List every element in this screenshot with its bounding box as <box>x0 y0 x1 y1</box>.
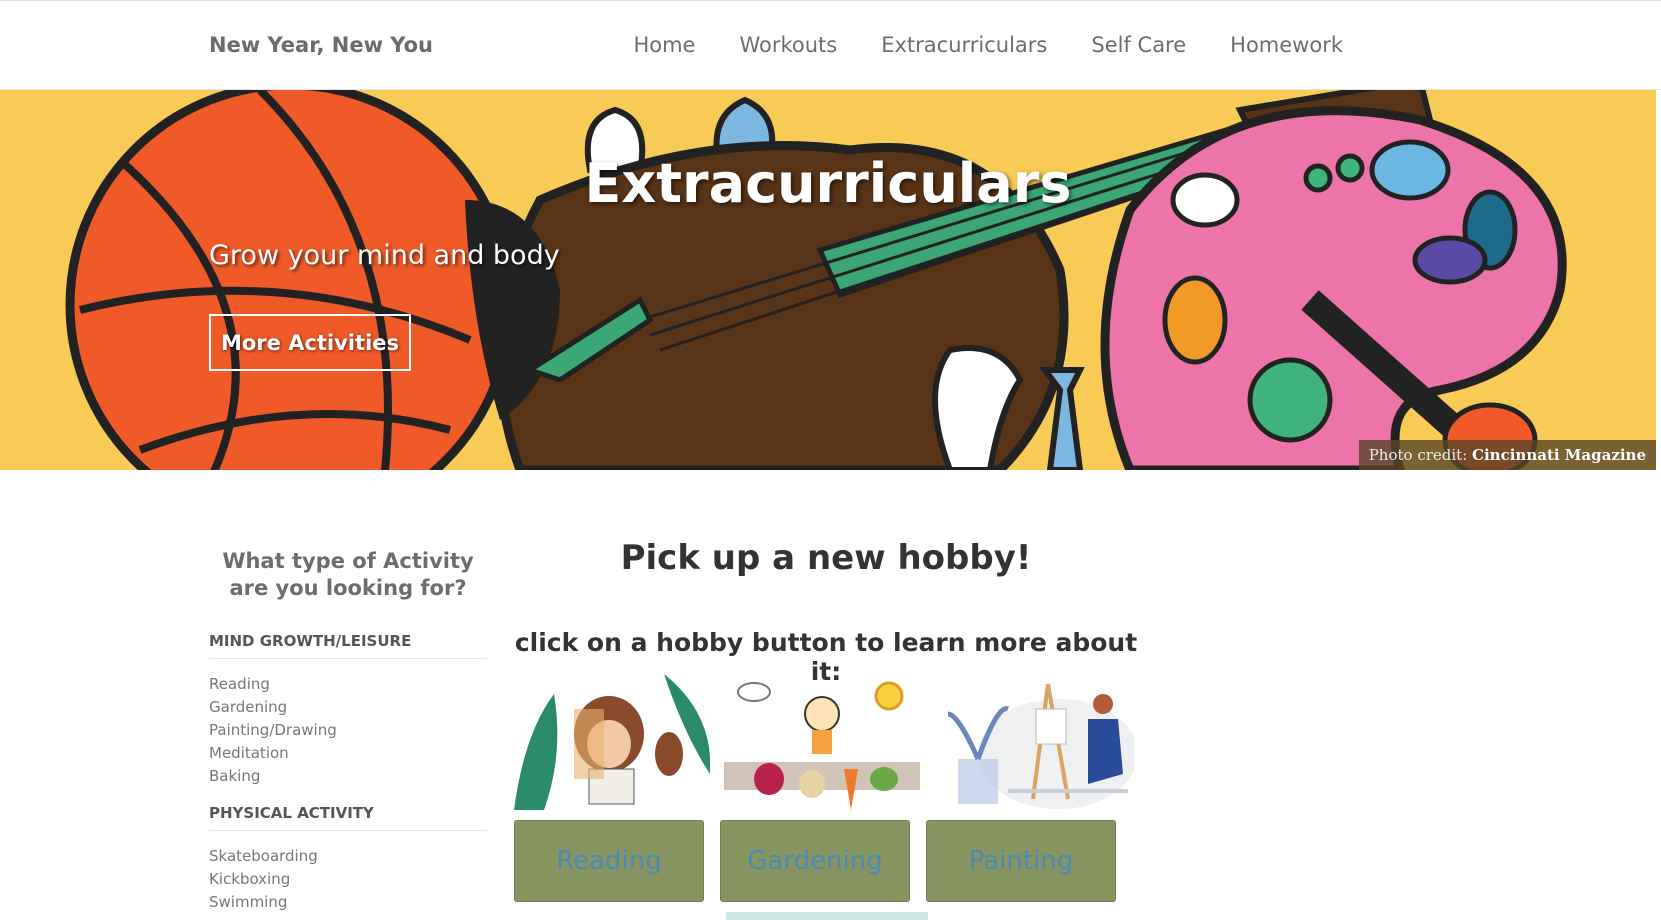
sidebar-item-gardening[interactable]: Gardening <box>209 696 487 719</box>
sidebar-item-baking[interactable]: Baking <box>209 765 487 788</box>
photo-credit-label: Photo credit: <box>1368 446 1468 464</box>
hero-illustration <box>65 90 1567 470</box>
nav-extracurriculars-link[interactable]: Extracurriculars <box>881 33 1047 57</box>
page-title: Pick up a new hobby! <box>620 538 1032 578</box>
more-activities-button[interactable]: More Activities <box>209 314 411 371</box>
reading-illustration <box>514 674 710 810</box>
sidebar-item-kickboxing[interactable]: Kickboxing <box>209 868 487 891</box>
next-hobby-image-partial <box>726 912 928 920</box>
nav-home-link[interactable]: Home <box>633 33 695 57</box>
sidebar-item-meditation[interactable]: Meditation <box>209 742 487 765</box>
sidebar-item-skateboarding[interactable]: Skateboarding <box>209 845 487 868</box>
photo-credit-source[interactable]: Cincinnati Magazine <box>1472 446 1646 464</box>
reading-hobby-button[interactable]: Reading <box>514 820 704 902</box>
photo-credit: Photo credit: Cincinnati Magazine <box>1358 440 1656 470</box>
category-heading-physical: PHYSICAL ACTIVITY <box>209 804 487 831</box>
sidebar-item-painting[interactable]: Painting/Drawing <box>209 719 487 742</box>
painting-illustration <box>947 683 1134 809</box>
nav-workouts-link[interactable]: Workouts <box>739 33 837 57</box>
nav-homework-link[interactable]: Homework <box>1230 33 1343 57</box>
hero-banner: Extracurriculars Grow your mind and body… <box>0 90 1656 470</box>
hero-subtitle: Grow your mind and body <box>209 240 560 271</box>
nav-self-care-link[interactable]: Self Care <box>1091 33 1186 57</box>
category-list-mind: Reading Gardening Painting/Drawing Medit… <box>209 673 487 788</box>
category-heading-mind: MIND GROWTH/LEISURE <box>209 632 487 659</box>
brand-logo[interactable]: New Year, New You <box>209 33 433 57</box>
sidebar-question: What type of Activity are you looking fo… <box>222 549 474 600</box>
activity-sidebar: What type of Activity are you looking fo… <box>209 548 487 914</box>
hero-title: Extracurriculars <box>584 152 1072 215</box>
gardening-illustration <box>724 681 920 810</box>
gardening-hobby-button[interactable]: Gardening <box>720 820 910 902</box>
category-list-physical: Skateboarding Kickboxing Swimming <box>209 845 487 914</box>
navbar: New Year, New You Home Workouts Extracur… <box>0 0 1661 90</box>
nav-links: Home Workouts Extracurriculars Self Care… <box>633 33 1343 57</box>
sidebar-item-reading[interactable]: Reading <box>209 673 487 696</box>
sidebar-item-swimming[interactable]: Swimming <box>209 891 487 914</box>
painting-hobby-button[interactable]: Painting <box>926 820 1116 902</box>
